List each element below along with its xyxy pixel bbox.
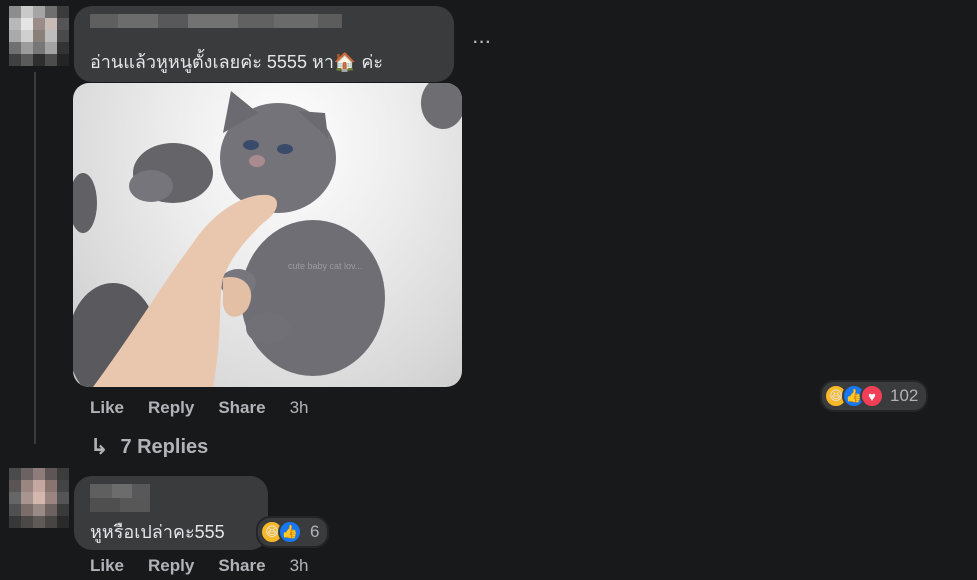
reply-button[interactable]: Reply	[148, 556, 194, 576]
reply-arrow-icon: ↳	[90, 434, 109, 459]
comment-actions: Like Reply Share 3h	[90, 398, 309, 418]
view-replies-link[interactable]: ↳ 7 Replies	[90, 434, 208, 460]
avatar[interactable]	[9, 6, 69, 66]
reaction-count: 6	[310, 522, 320, 541]
comment-bubble: หูหรือเปล่าคะ555	[74, 476, 268, 550]
share-button[interactable]: Share	[218, 556, 265, 576]
thread-line	[34, 72, 36, 444]
avatar[interactable]	[9, 468, 69, 528]
timestamp[interactable]: 3h	[290, 398, 309, 418]
like-button[interactable]: Like	[90, 398, 124, 418]
commenter-name[interactable]	[90, 14, 342, 28]
comment-text: หูหรือเปล่าคะ555	[90, 522, 225, 542]
kitten-photo: cute baby cat lov...	[73, 83, 462, 387]
love-icon: ♥	[860, 384, 884, 408]
reaction-summary[interactable]: 😆 👍 ♥ 102	[820, 380, 929, 412]
reply-button[interactable]: Reply	[148, 398, 194, 418]
timestamp[interactable]: 3h	[290, 556, 309, 576]
comment-text: อ่านแล้วหูหนูตั้งเลยค่ะ 5555 หา🏠 ค่ะ	[90, 52, 384, 72]
reaction-count: 102	[890, 386, 919, 405]
commenter-name[interactable]	[90, 484, 150, 498]
comment-image[interactable]: cute baby cat lov...	[73, 83, 462, 387]
comment-actions: Like Reply Share 3h	[90, 556, 309, 576]
like-icon: 👍	[278, 520, 302, 544]
reaction-summary[interactable]: 😆 👍 6	[256, 516, 330, 548]
share-button[interactable]: Share	[218, 398, 265, 418]
replies-count-label: 7 Replies	[120, 435, 209, 458]
comment-bubble: อ่านแล้วหูหนูตั้งเลยค่ะ 5555 หา🏠 ค่ะ	[74, 6, 454, 82]
image-watermark: cute baby cat lov...	[288, 261, 362, 271]
more-options-icon[interactable]: ···	[473, 34, 492, 52]
like-button[interactable]: Like	[90, 556, 124, 576]
commenter-name-2	[90, 498, 150, 512]
